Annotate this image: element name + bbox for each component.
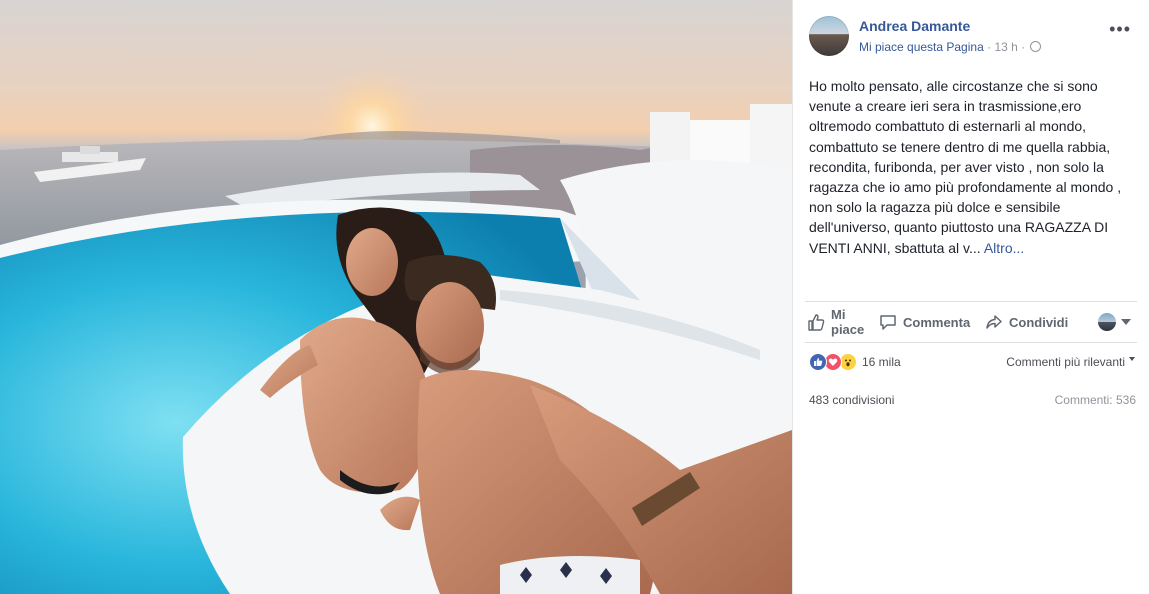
ellipsis-icon[interactable]: ••• (1109, 20, 1131, 38)
comment-button[interactable]: Commenta (879, 302, 970, 342)
action-bar: Mi piace Commenta Condividi (805, 302, 1137, 342)
like-label-line1: Mi (831, 307, 846, 322)
author-avatar[interactable] (809, 16, 849, 56)
see-more-link[interactable]: Altro... (984, 240, 1024, 256)
share-icon (986, 315, 1002, 329)
chevron-down-icon (1121, 319, 1131, 325)
meta-separator: · (987, 40, 992, 54)
page-avatar (1098, 313, 1116, 331)
divider-2 (805, 342, 1137, 343)
share-label: Condividi (1009, 314, 1069, 330)
post-meta: Mi piace questa Pagina · 13 h · (859, 40, 1042, 54)
chevron-down-icon (1129, 357, 1135, 361)
reactions-summary[interactable]: 16 mila (809, 352, 901, 372)
post-body: Ho molto pensato, alle circostanze che s… (809, 78, 1122, 256)
post-timestamp[interactable]: 13 h (994, 40, 1017, 54)
comment-label: Commenta (903, 314, 971, 330)
comments-count[interactable]: Commenti: 536 (1055, 393, 1136, 407)
author-name[interactable]: Andrea Damante (859, 18, 970, 34)
meta-separator-2: · (1021, 40, 1026, 54)
comment-icon (880, 315, 896, 330)
post-text: Ho molto pensato, alle circostanze che s… (809, 76, 1129, 258)
photo-illustration (0, 66, 792, 594)
thumbs-up-icon (808, 314, 825, 331)
like-reaction-icon (809, 353, 827, 371)
globe-icon (1030, 41, 1042, 52)
share-button[interactable]: Condividi (985, 302, 1068, 342)
comment-sort-dropdown[interactable]: Commenti più rilevanti (1006, 355, 1135, 369)
like-button[interactable]: Mi piace (807, 302, 871, 342)
reactions-count: 16 mila (862, 355, 901, 369)
shares-count[interactable]: 483 condivisioni (809, 393, 894, 407)
comment-sort-label: Commenti più rilevanti (1006, 355, 1125, 369)
like-page-link[interactable]: Mi piace questa Pagina (859, 40, 984, 54)
audience-selector[interactable] (1098, 302, 1131, 342)
like-label-line2: piace (831, 322, 865, 337)
post-side-panel: Andrea Damante Mi piace questa Pagina · … (792, 0, 1149, 594)
post-photo[interactable] (0, 0, 792, 594)
